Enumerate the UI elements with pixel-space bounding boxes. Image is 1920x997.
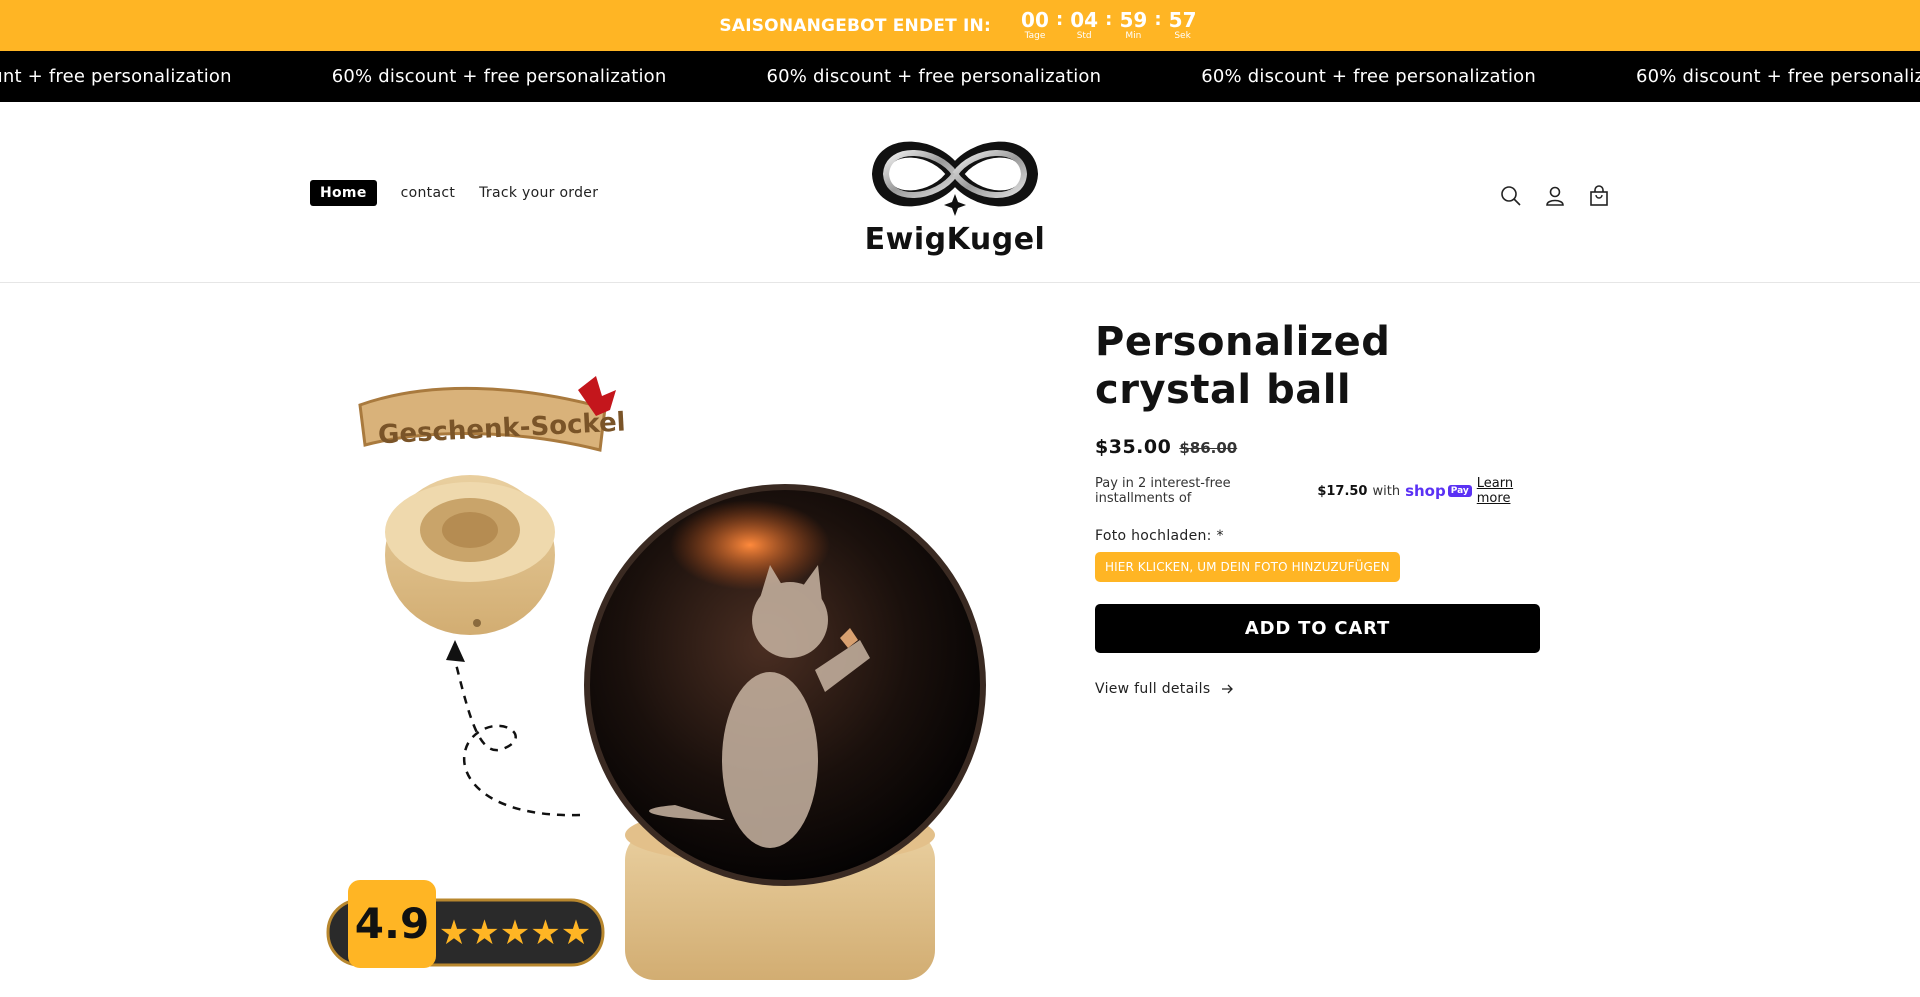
marquee-item: 60% discount + free personalization	[0, 66, 232, 87]
countdown-text: SAISONANGEBOT ENDET IN:	[719, 15, 991, 36]
timer-days: 00 Tage	[1017, 10, 1053, 42]
rating-value: 4.9	[355, 899, 429, 948]
marquee-item: 60% discount + free personalization	[1636, 66, 1920, 87]
view-full-details-link[interactable]: View full details	[1095, 681, 1545, 697]
timer-minutes-value: 59	[1119, 7, 1148, 32]
product-photo: Geschenk-Sockel 4.9 ★★★★★	[326, 376, 986, 980]
product-title: Personalized crystal ball	[1095, 319, 1391, 413]
sale-price: $35.00	[1095, 436, 1172, 458]
cart-icon[interactable]	[1585, 182, 1613, 210]
main-nav: Home contact Track your order	[310, 180, 598, 206]
timer-seconds-label: Sek	[1174, 30, 1191, 41]
product-info: Personalized crystal ball $35.00 $86.00 …	[1095, 318, 1545, 697]
price-row: $35.00 $86.00	[1095, 436, 1545, 458]
nav-contact[interactable]: contact	[401, 185, 456, 201]
timer-hours-label: Std	[1076, 30, 1092, 41]
site-header: Home contact Track your order EwigKugel	[0, 102, 1920, 283]
timer-separator: :	[1154, 8, 1162, 30]
view-details-label: View full details	[1095, 681, 1211, 697]
account-icon[interactable]	[1541, 182, 1569, 210]
installments-info: Pay in 2 interest-free installments of $…	[1095, 476, 1545, 506]
timer-hours-value: 04	[1070, 7, 1099, 32]
timer-seconds: 57 Sek	[1165, 10, 1201, 42]
marquee-track: 60% discount + free personalization 60% …	[0, 51, 1920, 102]
timer-hours: 04 Std	[1066, 10, 1102, 42]
timer-minutes: 59 Min	[1115, 10, 1151, 42]
search-icon[interactable]	[1497, 182, 1525, 210]
marquee-item: 60% discount + free personalization	[766, 66, 1102, 87]
rating-badge: 4.9 ★★★★★	[326, 880, 605, 968]
wooden-base	[385, 475, 555, 635]
geschenk-sockel-banner: Geschenk-Sockel	[358, 376, 626, 452]
countdown-timer: 00 Tage : 04 Std : 59 Min : 57 Sek	[1017, 8, 1201, 42]
installments-suffix: with	[1372, 483, 1401, 499]
crystal-ball	[584, 484, 986, 980]
site-logo[interactable]: EwigKugel	[862, 124, 1048, 264]
upload-photo-button[interactable]: HIER KLICKEN, UM DEIN FOTO HINZUZUFÜGEN	[1095, 552, 1400, 582]
arrow-right-icon	[1222, 684, 1234, 694]
compare-price: $86.00	[1179, 439, 1238, 457]
product-image[interactable]: Geschenk-Sockel 4.9 ★★★★★	[320, 340, 1000, 993]
timer-minutes-label: Min	[1125, 30, 1142, 41]
learn-more-link[interactable]: Learn more	[1477, 476, 1545, 506]
timer-days-value: 00	[1021, 7, 1049, 32]
rating-stars: ★★★★★	[439, 913, 591, 953]
timer-separator: :	[1055, 8, 1064, 30]
marquee-item: 60% discount + free personalization	[331, 66, 667, 87]
logo-text: EwigKugel	[864, 222, 1046, 257]
nav-home[interactable]: Home	[310, 180, 377, 206]
installments-amount: $17.50	[1317, 483, 1368, 499]
timer-days-label: Tage	[1024, 30, 1046, 41]
upload-label: Foto hochladen: *	[1095, 528, 1224, 544]
dashed-arrow	[453, 659, 581, 817]
nav-track-order[interactable]: Track your order	[479, 185, 598, 201]
countdown-bar: SAISONANGEBOT ENDET IN: 00 Tage : 04 Std…	[0, 0, 1920, 51]
installments-prefix: Pay in 2 interest-free installments of	[1095, 476, 1231, 506]
announcement-marquee: 60% discount + free personalization 60% …	[0, 51, 1920, 102]
infinity-logo-icon	[871, 141, 1039, 216]
marquee-item: 60% discount + free personalization	[1201, 66, 1536, 87]
shop-pay-logo-shop: shop	[1405, 482, 1446, 500]
add-to-cart-button[interactable]: ADD TO CART	[1095, 604, 1540, 653]
shop-pay-logo-pay: Pay	[1447, 485, 1472, 497]
timer-separator: :	[1105, 8, 1113, 30]
shop-pay-logo: shop Pay	[1405, 482, 1472, 500]
timer-seconds-value: 57	[1168, 7, 1197, 32]
